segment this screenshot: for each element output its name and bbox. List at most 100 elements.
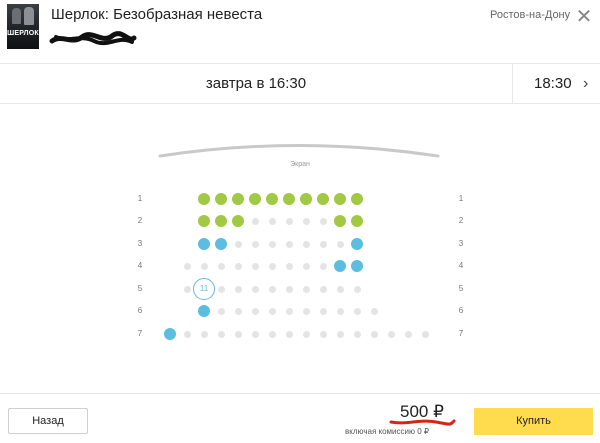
footer: Назад 500 ₽ включая комиссию 0 ₽ Купить: [0, 393, 600, 443]
seat-free[interactable]: [370, 307, 378, 315]
seat-taken: [215, 193, 227, 205]
seat-free[interactable]: [268, 262, 276, 270]
session-selector: завтра в 16:30 18:30 ›: [0, 63, 600, 104]
seat-free[interactable]: [183, 285, 191, 293]
seat-free[interactable]: [200, 262, 208, 270]
seat-free[interactable]: [285, 262, 293, 270]
row-label-left: 4: [137, 261, 143, 270]
seat-free[interactable]: [302, 285, 310, 293]
seat-taken: [198, 215, 210, 227]
row-label-right: 2: [458, 216, 464, 225]
seat-free[interactable]: [319, 330, 327, 338]
seat-free[interactable]: [285, 240, 293, 248]
row-label-left: 3: [137, 239, 143, 248]
seat-free[interactable]: [268, 240, 276, 248]
row-label-left: 1: [137, 194, 143, 203]
row-label-left: 6: [137, 306, 143, 315]
commission-note: включая комиссию 0 ₽: [345, 427, 429, 436]
seat-free[interactable]: [421, 330, 429, 338]
seat-free[interactable]: [251, 307, 259, 315]
session-next-button[interactable]: 18:30 ›: [512, 64, 600, 103]
header: ШЕРЛОК Шерлок: Безобразная невеста Росто…: [0, 0, 600, 60]
seat-free[interactable]: [302, 330, 310, 338]
seat-taken: [249, 193, 261, 205]
seat-selected[interactable]: 11: [193, 278, 215, 300]
row-label-right: 7: [458, 329, 464, 338]
seat-free[interactable]: [353, 330, 361, 338]
movie-poster: ШЕРЛОК: [7, 4, 39, 49]
seat-taken: [198, 238, 210, 250]
city-selector[interactable]: Ростов-на-Дону: [490, 9, 570, 21]
row-label-left: 7: [137, 329, 143, 338]
seat-taken: [215, 238, 227, 250]
seat-free[interactable]: [319, 262, 327, 270]
seat-free[interactable]: [285, 285, 293, 293]
seat-free[interactable]: [268, 307, 276, 315]
seat-free[interactable]: [251, 330, 259, 338]
poster-figure: [24, 7, 34, 25]
seat-free[interactable]: [268, 217, 276, 225]
seat-free[interactable]: [183, 262, 191, 270]
seat-free[interactable]: [217, 285, 225, 293]
seat-free[interactable]: [319, 217, 327, 225]
seat-taken: [164, 328, 176, 340]
seat-taken: [334, 193, 346, 205]
seat-taken: [266, 193, 278, 205]
seat-free[interactable]: [319, 307, 327, 315]
seat-free[interactable]: [302, 217, 310, 225]
seat-free[interactable]: [234, 240, 242, 248]
seat-free[interactable]: [404, 330, 412, 338]
seat-free[interactable]: [268, 285, 276, 293]
seat-free[interactable]: [251, 285, 259, 293]
seat-free[interactable]: [285, 330, 293, 338]
seat-free[interactable]: [353, 285, 361, 293]
seat-taken: [351, 215, 363, 227]
seat-free[interactable]: [336, 285, 344, 293]
seat-free[interactable]: [234, 285, 242, 293]
close-icon[interactable]: ✕: [574, 7, 594, 28]
seat-free[interactable]: [319, 240, 327, 248]
session-next-time: 18:30: [534, 75, 572, 92]
seat-free[interactable]: [217, 330, 225, 338]
seat-free[interactable]: [336, 307, 344, 315]
seat-taken: [232, 215, 244, 227]
seat-free[interactable]: [302, 262, 310, 270]
seat-taken: [215, 215, 227, 227]
seat-taken: [351, 260, 363, 272]
seat-free[interactable]: [251, 217, 259, 225]
seat-free[interactable]: [302, 240, 310, 248]
seat-taken: [198, 193, 210, 205]
screen-label: Экран: [290, 161, 310, 168]
seat-free[interactable]: [302, 307, 310, 315]
seat-free[interactable]: [370, 330, 378, 338]
seat-taken: [198, 305, 210, 317]
seat-free[interactable]: [268, 330, 276, 338]
seat-free[interactable]: [234, 330, 242, 338]
seat-free[interactable]: [285, 307, 293, 315]
row-label-left: 2: [137, 216, 143, 225]
seat-taken: [283, 193, 295, 205]
seat-free[interactable]: [319, 285, 327, 293]
seat-taken: [232, 193, 244, 205]
seat-free[interactable]: [200, 330, 208, 338]
seat-free[interactable]: [387, 330, 395, 338]
seat-free[interactable]: [251, 240, 259, 248]
buy-button[interactable]: Купить: [474, 408, 593, 435]
row-label-right: 5: [458, 284, 464, 293]
session-current: завтра в 16:30: [205, 75, 307, 92]
seat-free[interactable]: [336, 240, 344, 248]
row-label-right: 6: [458, 306, 464, 315]
seat-free[interactable]: [217, 262, 225, 270]
seat-taken: [351, 193, 363, 205]
seat-free[interactable]: [234, 307, 242, 315]
seat-free[interactable]: [336, 330, 344, 338]
row-label-left: 5: [137, 284, 143, 293]
seat-free[interactable]: [183, 330, 191, 338]
seat-free[interactable]: [251, 262, 259, 270]
poster-title: ШЕРЛОК: [7, 30, 39, 37]
seat-free[interactable]: [353, 307, 361, 315]
seat-free[interactable]: [234, 262, 242, 270]
seat-free[interactable]: [285, 217, 293, 225]
back-button[interactable]: Назад: [8, 408, 88, 434]
seat-free[interactable]: [217, 307, 225, 315]
